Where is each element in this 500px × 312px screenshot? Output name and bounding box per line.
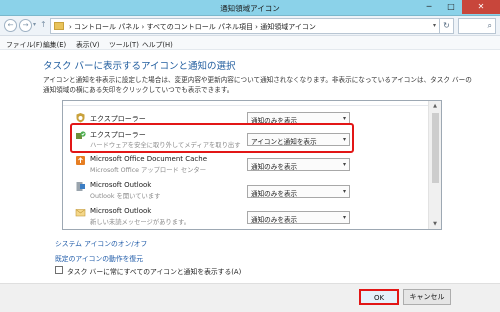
item-description: 新しい未読メッセージがあります。 [90,219,190,226]
list-scrollbar[interactable]: ▲ ▼ [428,101,441,229]
list-item: Microsoft Outlook Outlook を開いています 通知のみを表… [63,179,429,203]
behavior-select[interactable]: 通知のみを表示 ▾ [247,158,350,171]
scroll-down-icon[interactable]: ▼ [429,219,441,229]
chevron-down-icon: ▾ [342,161,346,168]
address-bar[interactable]: › コントロール パネル › すべてのコントロール パネル項目 › 通知領域アイ… [50,18,440,34]
close-button[interactable]: ✕ [462,0,500,14]
title-bar: 通知領域アイコン ─ □ ✕ [0,0,500,16]
system-icons-link[interactable]: システム アイコンのオン/オフ [55,238,147,248]
forward-button[interactable]: → [19,19,32,32]
behavior-value: 通知のみを表示 [251,190,298,198]
outlook-mail-icon [75,209,86,217]
behavior-select[interactable]: 通知のみを表示 ▾ [247,185,350,198]
maximize-button[interactable]: □ [440,0,462,14]
list-item: Microsoft Outlook 新しい未読メッセージがあります。 通知のみを… [63,205,429,229]
show-all-icons-label[interactable]: タスク バーに常にすべてのアイコンと通知を表示する(A) [67,266,241,276]
minimize-button[interactable]: ─ [418,0,440,14]
chevron-down-icon: ▾ [342,188,346,195]
recent-pages-button[interactable]: ▾ [33,21,36,28]
menu-tools[interactable]: ツール(T) [109,39,139,49]
menu-bar: ファイル(F) 編集(E) 表示(V) ツール(T) ヘルプ(H) [0,36,500,50]
page-heading: タスク バーに表示するアイコンと通知の選択 [43,61,236,72]
cancel-button[interactable]: キャンセル [403,289,451,305]
chevron-down-icon: ▾ [342,214,346,221]
show-all-icons-checkbox[interactable] [55,266,63,274]
menu-edit[interactable]: 編集(E) [43,39,66,49]
restore-defaults-link[interactable]: 既定のアイコンの動作を復元 [55,253,143,263]
up-button[interactable]: ↑ [40,20,47,29]
outlook-icon [76,182,85,191]
item-description: Outlook を開いています [90,193,161,200]
item-name: Microsoft Office Document Cache [90,155,207,163]
breadcrumb[interactable]: › コントロール パネル › すべてのコントロール パネル項目 › 通知領域アイ… [69,22,316,32]
list-item: Microsoft Office Document Cache Microsof… [63,153,429,177]
dialog-footer: OK キャンセル [0,283,500,312]
scrollbar-thumb[interactable] [432,113,439,183]
explorer-shield-icon [76,113,85,123]
address-dropdown-icon[interactable]: ▾ [433,22,436,29]
refresh-button[interactable]: ↻ [440,18,454,34]
back-button[interactable]: ← [4,19,17,32]
highlight-annotation-row [70,123,354,153]
menu-help[interactable]: ヘルプ(H) [142,39,173,49]
ok-button[interactable]: OK [359,289,399,305]
behavior-value: 通知のみを表示 [251,163,298,171]
behavior-select[interactable]: 通知のみを表示 ▾ [247,211,350,224]
item-description: Microsoft Office アップロード センター [90,167,207,174]
search-box[interactable]: ⌕ [458,18,496,34]
item-name: Microsoft Outlook [90,207,152,215]
navigation-bar: ← → ▾ ↑ › コントロール パネル › すべてのコントロール パネル項目 … [0,16,500,36]
behavior-value: 通知のみを表示 [251,216,298,224]
page-description: アイコンと通知を非表示に設定した場合は、変更内容や更新内容について通知されなくな… [43,76,472,94]
control-panel-icon [54,22,64,30]
list-header-divider [63,101,429,106]
scroll-up-icon[interactable]: ▲ [429,101,441,111]
chevron-down-icon: ▾ [342,115,346,122]
notification-icon-list[interactable]: エクスプローラー 通知のみを表示 ▾ エクスプローラー ハードウェアを安全に取り… [62,100,442,230]
menu-view[interactable]: 表示(V) [76,39,100,49]
menu-file[interactable]: ファイル(F) [6,39,42,49]
item-name: Microsoft Outlook [90,181,152,189]
office-upload-icon [76,156,85,165]
